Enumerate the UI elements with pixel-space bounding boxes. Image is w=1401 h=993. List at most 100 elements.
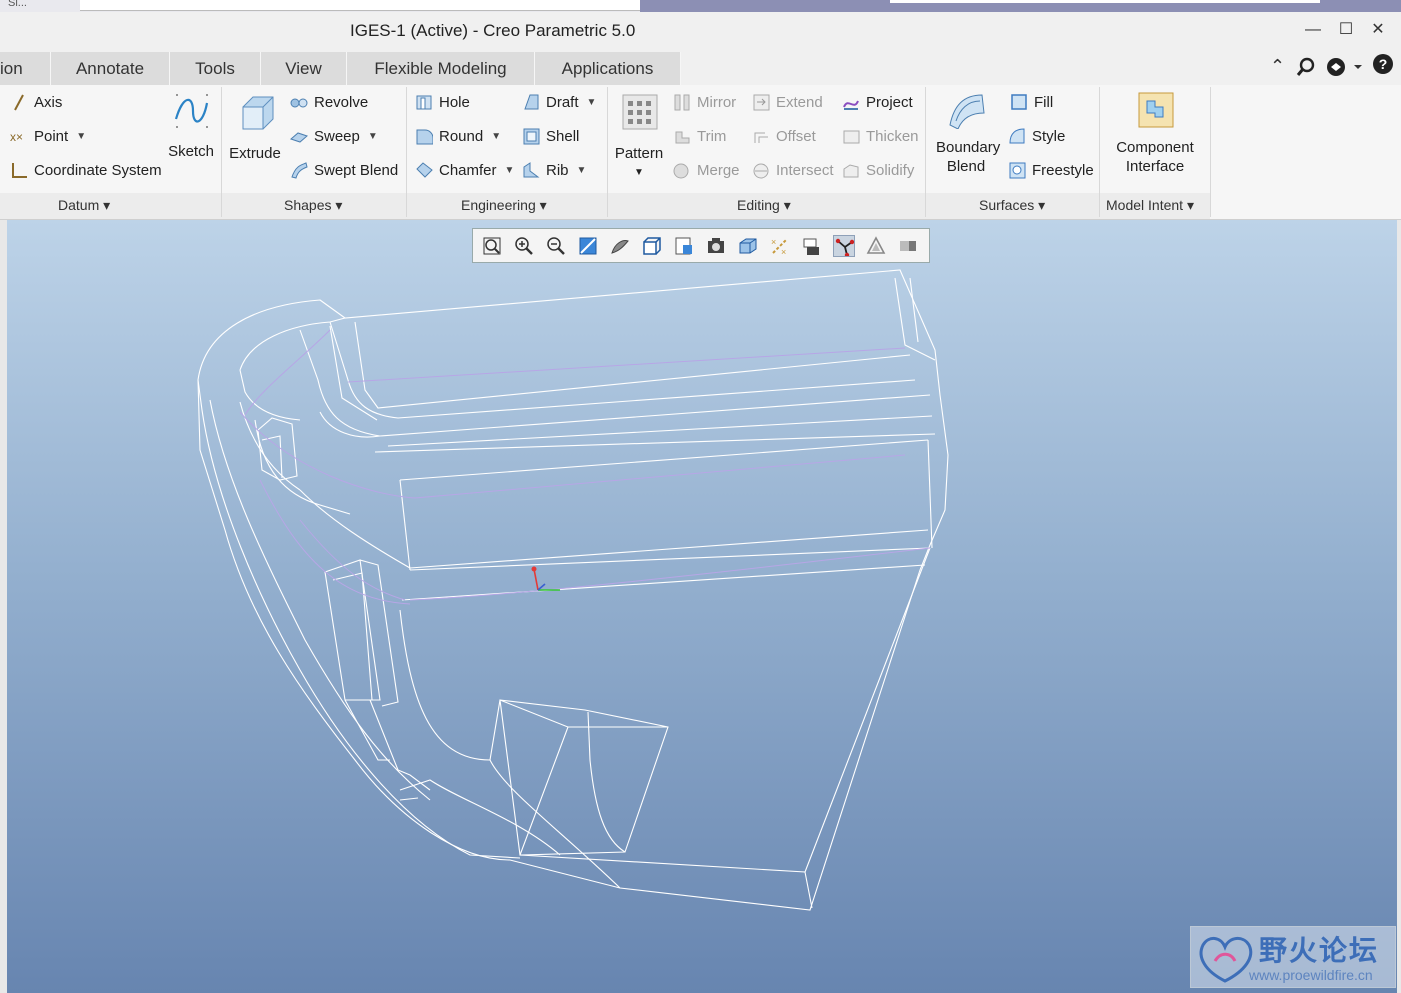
tab-model[interactable]: ion <box>0 52 51 85</box>
background-window-right <box>890 0 1320 3</box>
swept-blend-icon <box>291 162 308 179</box>
display-style-icon[interactable] <box>609 235 631 257</box>
solidify-button[interactable]: Solidify <box>842 158 914 182</box>
tab-applications[interactable]: Applications <box>535 52 681 85</box>
spin-center-icon[interactable] <box>801 235 823 257</box>
perspective-icon[interactable] <box>705 235 727 257</box>
style-icon <box>1009 128 1025 144</box>
round-button[interactable]: Round ▼ <box>415 124 501 148</box>
sweep-button[interactable]: Sweep ▼ <box>290 124 378 148</box>
wireframe-model[interactable] <box>7 220 1397 993</box>
mirror-label: Mirror <box>697 93 737 111</box>
minimize-button[interactable]: — <box>1298 18 1328 42</box>
thicken-button[interactable]: Thicken <box>842 124 919 148</box>
project-label: Project <box>866 93 913 111</box>
fill-button[interactable]: Fill <box>1010 90 1053 114</box>
repaint-icon[interactable] <box>577 235 599 257</box>
coordinate-triad-icon <box>531 566 560 591</box>
extend-button[interactable]: Extend <box>752 90 823 114</box>
component-interface-button[interactable]: Component Interface <box>1108 91 1202 176</box>
boundary-blend-label: Boundary Blend <box>936 139 1001 175</box>
chamfer-label: Chamfer <box>439 161 497 179</box>
component-interface-label: Component Interface <box>1116 139 1194 175</box>
style-button[interactable]: Style <box>1008 124 1065 148</box>
graphics-toolbar: × × <box>472 228 930 263</box>
community-icon[interactable] <box>1326 56 1362 78</box>
project-button[interactable]: Project <box>842 90 913 114</box>
pattern-icon <box>622 94 658 130</box>
merge-button[interactable]: Merge <box>673 158 740 182</box>
engineering-group-label[interactable]: Engineering ▾ <box>461 197 547 214</box>
watermark-url: www.proewildfire.cn <box>1249 967 1373 983</box>
datum-group-label[interactable]: Datum ▾ <box>58 197 110 214</box>
extrude-icon <box>242 96 274 130</box>
sweep-dropdown-icon[interactable]: ▼ <box>368 131 378 142</box>
pattern-dropdown-icon[interactable]: ▼ <box>612 163 666 182</box>
mirror-button[interactable]: Mirror <box>673 90 736 114</box>
draft-dropdown-icon[interactable]: ▼ <box>587 97 597 108</box>
axis-label: Axis <box>34 93 63 111</box>
swept-blend-button[interactable]: Swept Blend <box>290 158 398 182</box>
appearance-icon[interactable] <box>865 235 887 257</box>
intersect-button[interactable]: Intersect <box>752 158 834 182</box>
chamfer-dropdown-icon[interactable]: ▼ <box>505 165 515 176</box>
surfaces-group-label[interactable]: Surfaces ▾ <box>979 197 1045 214</box>
zoom-out-icon[interactable] <box>545 235 567 257</box>
background-window-strip: Sl... <box>0 0 1401 12</box>
chamfer-button[interactable]: Chamfer ▼ <box>415 158 514 182</box>
round-dropdown-icon[interactable]: ▼ <box>491 131 501 142</box>
collapse-ribbon-icon[interactable]: ⌃ <box>1270 56 1285 77</box>
rib-dropdown-icon[interactable]: ▼ <box>577 165 587 176</box>
svg-text:x×: x× <box>10 130 23 144</box>
tab-view[interactable]: View <box>261 52 347 85</box>
rib-label: Rib <box>546 161 569 179</box>
boundary-blend-button[interactable]: Boundary Blend <box>930 91 1002 176</box>
shell-label: Shell <box>546 127 580 145</box>
shell-button[interactable]: Shell <box>522 124 579 148</box>
tab-annotate[interactable]: Annotate <box>51 52 170 85</box>
sketch-icon <box>174 94 209 128</box>
point-dropdown-icon[interactable]: ▼ <box>76 131 86 142</box>
rib-button[interactable]: Rib ▼ <box>522 158 586 182</box>
close-button[interactable]: ✕ <box>1363 18 1393 42</box>
trim-button[interactable]: Trim <box>673 124 726 148</box>
group-separator <box>925 87 926 217</box>
hole-icon <box>416 95 432 110</box>
axis-button[interactable]: Axis <box>10 90 62 114</box>
sketch-label: Sketch <box>168 143 214 160</box>
view-manager-icon[interactable] <box>673 235 695 257</box>
model-intent-group-label[interactable]: Model Intent ▾ <box>1106 197 1194 214</box>
rib-icon <box>523 162 540 178</box>
help-icon[interactable]: ? <box>1373 54 1393 74</box>
pattern-button[interactable]: Pattern ▼ <box>612 91 666 182</box>
zoom-in-icon[interactable] <box>513 235 535 257</box>
annotation-display-icon[interactable] <box>833 235 855 257</box>
chamfer-icon <box>416 162 433 178</box>
revolve-button[interactable]: Revolve <box>290 90 368 114</box>
extrude-button[interactable]: Extrude <box>228 91 282 163</box>
point-button[interactable]: x× Point ▼ <box>10 124 86 148</box>
sketch-button[interactable]: Sketch <box>165 91 217 161</box>
draft-button[interactable]: Draft ▼ <box>522 90 596 114</box>
refit-icon[interactable] <box>481 235 503 257</box>
thicken-icon <box>843 130 860 144</box>
saved-views-icon[interactable] <box>641 235 663 257</box>
hole-button[interactable]: Hole <box>415 90 470 114</box>
group-separator <box>607 87 608 217</box>
coordinate-system-button[interactable]: Coordinate System <box>10 158 162 182</box>
shapes-group-label[interactable]: Shapes ▾ <box>284 197 342 214</box>
maximize-button[interactable]: ☐ <box>1331 18 1361 42</box>
offset-button[interactable]: Offset <box>752 124 816 148</box>
editing-group-label[interactable]: Editing ▾ <box>737 197 791 214</box>
swept-blend-label: Swept Blend <box>314 161 399 179</box>
search-icon[interactable] <box>1296 57 1316 77</box>
pattern-label: Pattern <box>614 145 664 162</box>
display-type-icon[interactable] <box>737 235 759 257</box>
freestyle-button[interactable]: Freestyle <box>1008 158 1094 182</box>
intersect-icon <box>753 163 769 179</box>
tab-flexible-modeling[interactable]: Flexible Modeling <box>347 52 535 85</box>
shading-icon[interactable] <box>897 235 919 257</box>
datum-display-icon[interactable]: ×× <box>769 235 791 257</box>
tab-tools[interactable]: Tools <box>170 52 261 85</box>
graphics-window[interactable] <box>7 220 1397 993</box>
